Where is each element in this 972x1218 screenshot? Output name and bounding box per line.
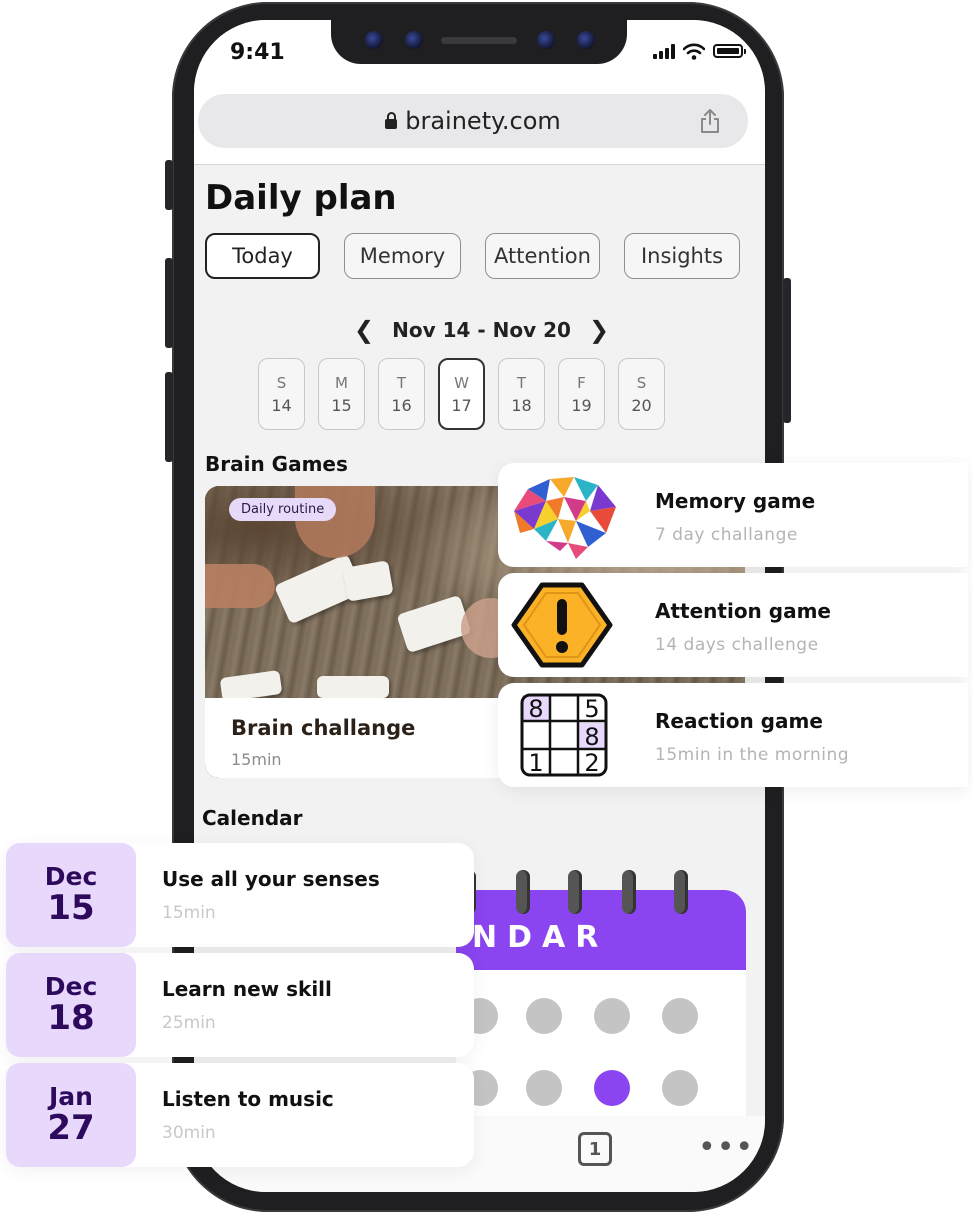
plan-title: Use all your senses bbox=[162, 867, 380, 891]
plan-date-badge: Dec 18 bbox=[6, 953, 136, 1057]
daily-routine-badge: Daily routine bbox=[229, 498, 337, 521]
plan-title: Learn new skill bbox=[162, 977, 332, 1001]
sudoku-cell: 5 bbox=[584, 695, 599, 723]
warning-icon bbox=[511, 582, 613, 668]
plan-date-badge: Jan 27 bbox=[6, 1063, 136, 1167]
sudoku-cell: 8 bbox=[584, 723, 599, 751]
sensor-icon bbox=[577, 31, 595, 49]
url-text: brainety.com bbox=[405, 107, 561, 135]
game-item-attention[interactable]: Attention game 14 days challenge bbox=[498, 573, 968, 677]
sudoku-cell: 1 bbox=[528, 749, 543, 777]
plan-item[interactable]: Jan 27 Listen to music 30min bbox=[6, 1063, 474, 1167]
game-subtitle: 7 day challange bbox=[655, 525, 798, 545]
cellular-signal-icon bbox=[653, 43, 675, 59]
day-friday[interactable]: F 19 bbox=[558, 358, 605, 430]
sudoku-cell: 2 bbox=[584, 749, 599, 777]
day-monday[interactable]: M 15 bbox=[318, 358, 365, 430]
calendar-heading: Calendar bbox=[202, 806, 303, 830]
plan-day: 18 bbox=[47, 998, 95, 1038]
calendar-body bbox=[456, 970, 746, 1140]
plan-day: 15 bbox=[47, 888, 95, 928]
game-title: Memory game bbox=[655, 489, 816, 513]
more-icon[interactable]: ••• bbox=[698, 1130, 754, 1165]
plan-day: 27 bbox=[47, 1108, 95, 1148]
lock-icon bbox=[385, 112, 398, 129]
plan-title: Listen to music bbox=[162, 1087, 334, 1111]
sudoku-cell: 8 bbox=[528, 695, 543, 723]
week-navigator: ❮ Nov 14 - Nov 20 ❯ bbox=[354, 316, 609, 344]
mute-switch bbox=[165, 160, 173, 210]
game-item-memory[interactable]: Memory game 7 day challange bbox=[498, 463, 968, 567]
front-camera-icon bbox=[405, 31, 423, 49]
brain-games-heading: Brain Games bbox=[205, 452, 348, 476]
status-icons bbox=[653, 42, 746, 60]
wifi-icon bbox=[683, 43, 705, 60]
brain-icon bbox=[514, 477, 616, 559]
plan-duration: 30min bbox=[162, 1123, 216, 1143]
chevron-right-icon[interactable]: ❯ bbox=[589, 316, 609, 344]
status-time: 9:41 bbox=[230, 40, 285, 65]
day-sunday[interactable]: S 14 bbox=[258, 358, 305, 430]
tab-attention[interactable]: Attention bbox=[485, 233, 600, 279]
tab-memory[interactable]: Memory bbox=[344, 233, 461, 279]
chevron-left-icon[interactable]: ❮ bbox=[354, 316, 374, 344]
day-tuesday[interactable]: T 16 bbox=[378, 358, 425, 430]
tab-today[interactable]: Today bbox=[205, 233, 320, 279]
challenge-info: Brain challange 15min bbox=[205, 698, 505, 778]
plan-duration: 25min bbox=[162, 1013, 216, 1033]
highlighted-date-dot bbox=[594, 1070, 630, 1106]
game-item-reaction[interactable]: 8 5 8 1 2 Reaction game 15min in the mor… bbox=[498, 683, 968, 787]
share-icon[interactable] bbox=[698, 108, 722, 134]
sensor-icon bbox=[537, 31, 555, 49]
notch bbox=[331, 20, 627, 64]
plan-month: Dec bbox=[44, 972, 98, 1001]
tabs-count-button[interactable]: 1 bbox=[578, 1132, 612, 1166]
volume-down-button bbox=[165, 372, 173, 462]
plan-item[interactable]: Dec 15 Use all your senses 15min bbox=[6, 843, 474, 947]
calendar-illustration: NDAR bbox=[456, 870, 746, 1140]
volume-up-button bbox=[165, 258, 173, 348]
sudoku-icon: 8 5 8 1 2 bbox=[520, 693, 608, 777]
day-wednesday[interactable]: W 17 bbox=[438, 358, 485, 430]
earpiece-speaker bbox=[441, 37, 517, 44]
game-title: Reaction game bbox=[655, 709, 823, 733]
calendar-header: NDAR bbox=[456, 890, 746, 970]
challenge-duration: 15min bbox=[231, 750, 282, 769]
game-subtitle: 14 days challenge bbox=[655, 635, 819, 655]
week-days: S 14 M 15 T 16 W 17 T 18 F 19 S 20 bbox=[258, 358, 665, 430]
tab-insights[interactable]: Insights bbox=[624, 233, 740, 279]
plan-date-badge: Dec 15 bbox=[6, 843, 136, 947]
day-saturday[interactable]: S 20 bbox=[618, 358, 665, 430]
plan-item[interactable]: Dec 18 Learn new skill 25min bbox=[6, 953, 474, 1057]
plan-month: Jan bbox=[49, 1082, 93, 1111]
day-thursday[interactable]: T 18 bbox=[498, 358, 545, 430]
sensor-icon bbox=[365, 31, 383, 49]
page-title: Daily plan bbox=[205, 178, 397, 218]
game-title: Attention game bbox=[655, 599, 831, 623]
week-range: Nov 14 - Nov 20 bbox=[392, 318, 571, 342]
game-subtitle: 15min in the morning bbox=[655, 745, 850, 765]
battery-icon bbox=[713, 44, 746, 58]
calendar-header-text: NDAR bbox=[472, 920, 609, 955]
plan-duration: 15min bbox=[162, 903, 216, 923]
browser-toolbar: brainety.com bbox=[194, 84, 765, 165]
challenge-title: Brain challange bbox=[231, 716, 416, 740]
power-button bbox=[783, 278, 791, 423]
plan-tabs: Today Memory Attention Insights bbox=[205, 233, 740, 279]
address-bar[interactable]: brainety.com bbox=[198, 94, 748, 148]
plan-month: Dec bbox=[44, 862, 98, 891]
